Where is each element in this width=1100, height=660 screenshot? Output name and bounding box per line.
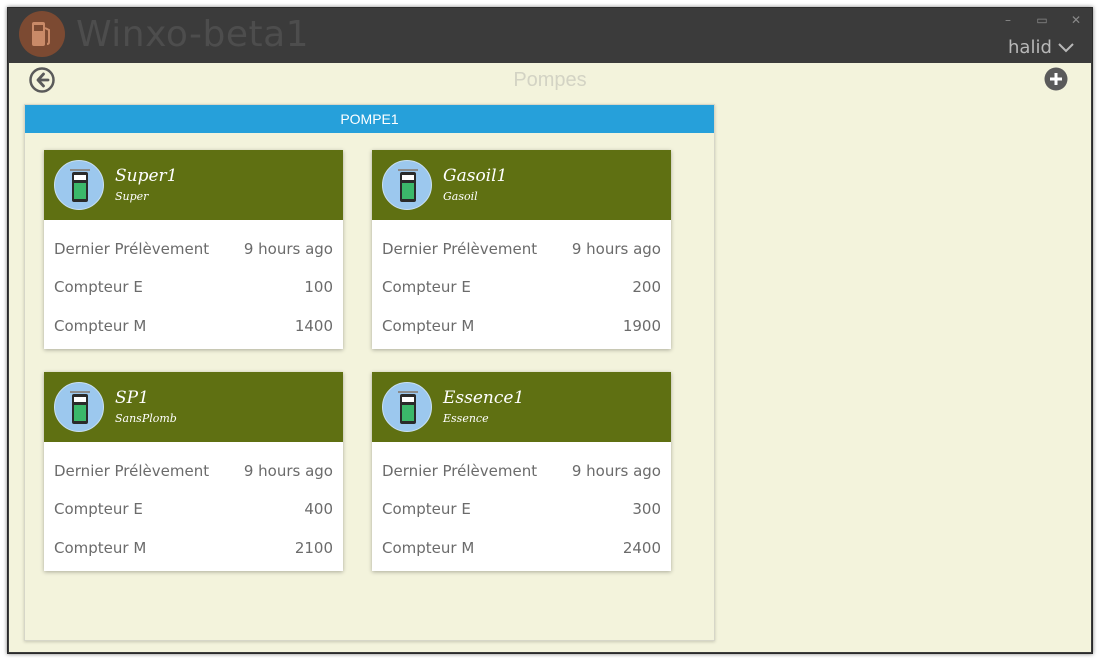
- panel-header: POMPE1: [25, 105, 714, 133]
- row-value: 9 hours ago: [571, 240, 661, 258]
- title-bar[interactable]: Winxo-beta1 – ▭ ✕ halid: [8, 8, 1092, 63]
- row-value: 400: [304, 500, 333, 518]
- row-label: Compteur M: [54, 317, 147, 335]
- row-value: 1900: [622, 317, 661, 335]
- card-row: Dernier Prélèvement 9 hours ago: [382, 462, 661, 482]
- row-value: 2400: [622, 539, 661, 557]
- app-title: Winxo-beta1: [76, 14, 310, 55]
- fuel-type: Gasoil: [443, 190, 478, 203]
- card-row: Compteur E 100: [54, 278, 333, 298]
- card-row: Compteur M 2100: [54, 539, 333, 559]
- row-label: Dernier Prélèvement: [54, 462, 210, 480]
- card-header: Gasoil1 Gasoil: [372, 150, 671, 220]
- row-label: Compteur M: [382, 539, 475, 557]
- fuel-type: Essence: [443, 412, 489, 425]
- row-label: Dernier Prélèvement: [54, 240, 210, 258]
- fuel-pump-icon: [54, 382, 104, 432]
- row-label: Dernier Prélèvement: [382, 240, 538, 258]
- row-value: 100: [304, 278, 333, 296]
- pump-name: Gasoil1: [443, 166, 508, 186]
- row-value: 300: [632, 500, 661, 518]
- pump-name: Essence1: [443, 388, 525, 408]
- card-row: Compteur M 1900: [382, 317, 661, 337]
- row-label: Compteur E: [382, 278, 471, 296]
- card-header: SP1 SansPlomb: [44, 372, 343, 442]
- fuel-pump-icon: [382, 160, 432, 210]
- pump-card[interactable]: Super1 Super Dernier Prélèvement 9 hours…: [44, 150, 343, 349]
- close-button[interactable]: ✕: [1066, 12, 1086, 28]
- row-value: 2100: [294, 539, 333, 557]
- maximize-button[interactable]: ▭: [1032, 12, 1052, 28]
- card-row: Dernier Prélèvement 9 hours ago: [382, 240, 661, 260]
- app-window: Winxo-beta1 – ▭ ✕ halid Pompes POMPE1 Su…: [7, 7, 1093, 654]
- card-header: Super1 Super: [44, 150, 343, 220]
- page-title: Pompes: [513, 69, 587, 91]
- row-value: 200: [632, 278, 661, 296]
- row-label: Compteur M: [382, 317, 475, 335]
- plus-circle-icon[interactable]: [1044, 67, 1068, 91]
- fuel-pump-icon: [382, 382, 432, 432]
- card-row: Compteur M 1400: [54, 317, 333, 337]
- pump-name: SP1: [115, 388, 149, 408]
- card-header: Essence1 Essence: [372, 372, 671, 442]
- user-menu[interactable]: halid: [1008, 36, 1074, 58]
- row-value: 9 hours ago: [243, 240, 333, 258]
- main-content: Pompes POMPE1 Super1 Super Dernier Prélè…: [9, 63, 1091, 652]
- card-row: Compteur M 2400: [382, 539, 661, 559]
- card-row: Compteur E 200: [382, 278, 661, 298]
- row-label: Compteur E: [382, 500, 471, 518]
- row-value: 9 hours ago: [571, 462, 661, 480]
- fuel-type: Super: [115, 190, 149, 203]
- fuel-type: SansPlomb: [115, 412, 177, 425]
- row-label: Dernier Prélèvement: [382, 462, 538, 480]
- pump-group-panel: POMPE1 Super1 Super Dernier Prélèvement …: [24, 104, 715, 641]
- row-label: Compteur E: [54, 500, 143, 518]
- fuel-pump-icon: [54, 160, 104, 210]
- fuel-pump-logo-icon: [19, 11, 65, 57]
- pump-card[interactable]: Gasoil1 Gasoil Dernier Prélèvement 9 hou…: [372, 150, 671, 349]
- row-value: 1400: [294, 317, 333, 335]
- pump-name: Super1: [115, 166, 178, 186]
- pump-card[interactable]: SP1 SansPlomb Dernier Prélèvement 9 hour…: [44, 372, 343, 571]
- card-row: Dernier Prélèvement 9 hours ago: [54, 462, 333, 482]
- user-name: halid: [1008, 36, 1052, 58]
- card-row: Dernier Prélèvement 9 hours ago: [54, 240, 333, 260]
- minimize-button[interactable]: –: [998, 12, 1018, 28]
- row-label: Compteur E: [54, 278, 143, 296]
- card-row: Compteur E 300: [382, 500, 661, 520]
- row-label: Compteur M: [54, 539, 147, 557]
- pump-card[interactable]: Essence1 Essence Dernier Prélèvement 9 h…: [372, 372, 671, 571]
- chevron-down-icon: [1058, 43, 1074, 53]
- row-value: 9 hours ago: [243, 462, 333, 480]
- card-row: Compteur E 400: [54, 500, 333, 520]
